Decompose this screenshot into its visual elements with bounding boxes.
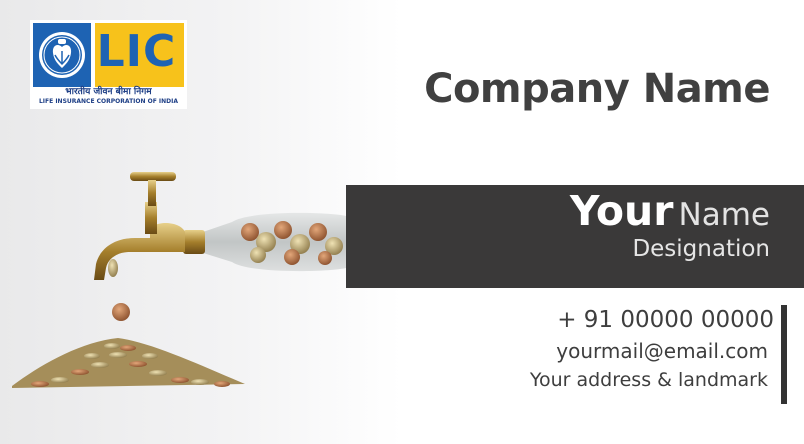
logo-brand-text: LIC [96, 26, 177, 77]
business-card: LIC भारतीय जीवन बीमा निगम LIFE INSURANCE… [0, 0, 804, 444]
logo-hindi-text: भारतीय जीवन बीमा निगम [65, 87, 152, 97]
logo-english-text: LIFE INSURANCE CORPORATION OF INDIA [38, 98, 179, 105]
company-name: Company Name [424, 66, 770, 112]
tap-with-coins-icon [0, 160, 350, 410]
contact-accent-bar [781, 305, 787, 404]
person-name: Your Name [570, 187, 770, 235]
lic-logo: LIC भारतीय जीवन बीमा निगम LIFE INSURANCE… [30, 20, 187, 109]
email-address: yourmail@email.com [556, 339, 768, 363]
person-designation: Designation [632, 236, 770, 262]
person-first-name: Your [569, 187, 674, 235]
phone-number: + 91 00000 00000 [557, 307, 774, 333]
person-last-name: Name [678, 197, 770, 233]
address: Your address & landmark [529, 369, 768, 391]
lic-emblem-icon [33, 23, 91, 87]
